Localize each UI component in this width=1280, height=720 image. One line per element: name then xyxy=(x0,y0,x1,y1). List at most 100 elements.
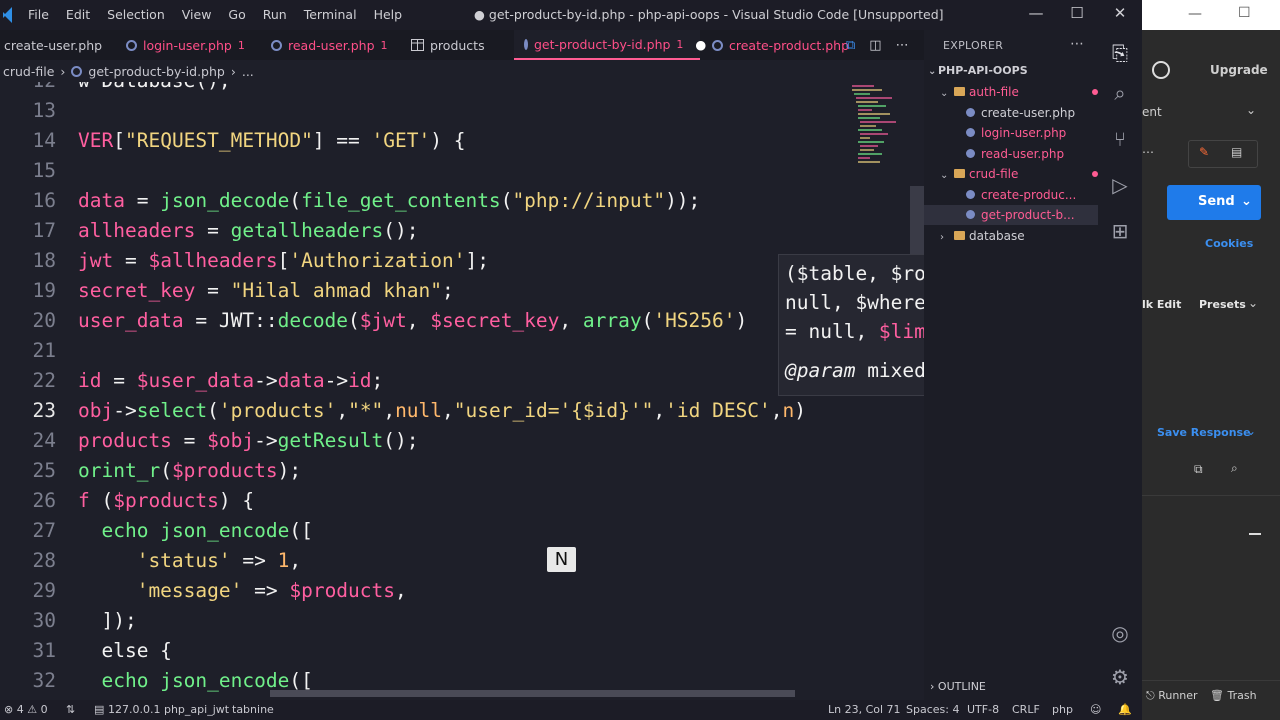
menu-file[interactable]: File xyxy=(28,7,49,22)
code-line[interactable]: 27 echo json_encode([ xyxy=(0,516,924,546)
breadcrumb-file[interactable]: get-product-by-id.php xyxy=(88,64,224,79)
search-icon[interactable]: ⌕ xyxy=(1231,461,1238,476)
menu-terminal[interactable]: Terminal xyxy=(304,7,357,22)
line-code[interactable]: products = $obj->getResult(); xyxy=(78,426,419,456)
line-code[interactable]: allheaders = getallheaders(); xyxy=(78,216,419,246)
line-code[interactable]: data = json_decode(file_get_contents("ph… xyxy=(78,186,700,216)
line-code[interactable]: f ($products) { xyxy=(78,486,254,516)
more-actions-icon[interactable]: ⋯ xyxy=(896,38,909,53)
account-icon[interactable]: ◎ xyxy=(1109,622,1131,644)
file-encoding[interactable]: UTF-8 xyxy=(967,703,999,716)
extensions-icon[interactable]: ⊞ xyxy=(1109,220,1131,242)
code-line[interactable]: 24 products = $obj->getResult(); xyxy=(0,426,924,456)
line-code[interactable]: 'status' => 1, xyxy=(78,546,301,576)
folder-auth-file[interactable]: ⌄ auth-file xyxy=(924,82,1114,102)
line-code[interactable]: jwt = $allheaders['Authorization']; xyxy=(78,246,489,276)
run-debug-icon[interactable]: ▷ xyxy=(1109,174,1131,196)
send-button[interactable]: Send ⌄ xyxy=(1167,185,1261,220)
line-code[interactable]: id = $user_data->data->id; xyxy=(78,366,383,396)
project-root[interactable]: ⌄ PHP-API-OOPS xyxy=(924,61,1102,81)
menu-go[interactable]: Go xyxy=(228,7,245,22)
minimap[interactable] xyxy=(852,82,902,172)
code-line[interactable]: 28 'status' => 1, xyxy=(0,546,924,576)
language-mode[interactable]: php xyxy=(1052,703,1073,716)
unsaved-dot-icon[interactable]: ● xyxy=(695,37,706,52)
code-line[interactable]: 12 w Database(); xyxy=(0,82,924,96)
horizontal-scroll-thumb[interactable] xyxy=(270,690,795,697)
code-line[interactable]: 23 obj->select('products',"*",null,"user_… xyxy=(0,396,924,426)
breadcrumb-folder[interactable]: crud-file xyxy=(3,64,54,79)
line-code[interactable]: else { xyxy=(78,636,171,666)
explorer-icon[interactable]: ⎘ xyxy=(1109,42,1131,64)
menu-edit[interactable]: Edit xyxy=(66,7,90,22)
indentation[interactable]: Spaces: 4 xyxy=(906,703,959,716)
tab-create-product[interactable]: create-product.php xyxy=(712,30,849,60)
breadcrumb-symbol[interactable]: ... xyxy=(242,64,254,79)
code-line[interactable]: 17 allheaders = getallheaders(); xyxy=(0,216,924,246)
edit-view-toggle[interactable]: ✎ ▤ xyxy=(1188,140,1258,168)
menu-selection[interactable]: Selection xyxy=(107,7,165,22)
line-code[interactable]: echo json_encode([ xyxy=(78,516,312,546)
menu-run[interactable]: Run xyxy=(263,7,287,22)
sync-icon[interactable]: ⇅ xyxy=(66,703,75,716)
code-line[interactable]: 13 xyxy=(0,96,924,126)
minimize-button[interactable]: — xyxy=(1188,6,1202,22)
minimize-button[interactable]: — xyxy=(1024,4,1048,26)
open-preview-icon[interactable]: ⧉ xyxy=(846,38,855,53)
db-connection[interactable]: 127.0.0.1 php_api_jwt xyxy=(108,703,229,716)
horizontal-scrollbar[interactable] xyxy=(0,688,924,698)
bulk-edit-link[interactable]: lk Edit xyxy=(1142,298,1181,311)
line-code[interactable]: secret_key = "Hilal ahmad khan"; xyxy=(78,276,454,306)
tab-products[interactable]: products xyxy=(411,30,485,60)
search-icon[interactable]: ⌕ xyxy=(1109,82,1131,104)
sync-status-icon[interactable] xyxy=(1152,61,1170,79)
code-line[interactable]: 30 ]); xyxy=(0,606,924,636)
tabnine-status[interactable]: tabnine xyxy=(232,703,274,716)
code-line[interactable]: 25 orint_r($products); xyxy=(0,456,924,486)
more-icon[interactable]: ⋯ xyxy=(1142,145,1154,159)
line-code[interactable]: obj->select('products',"*",null,"user_id… xyxy=(78,396,806,426)
line-code[interactable]: VER["REQUEST_METHOD"] == 'GET') { xyxy=(78,126,465,156)
save-response-button[interactable]: Save Response xyxy=(1157,426,1251,439)
maximize-button[interactable]: ☐ xyxy=(1065,4,1089,26)
copy-icon[interactable]: ⧉ xyxy=(1194,462,1203,477)
runner-button[interactable]: ⎋ Runner xyxy=(1146,689,1198,703)
code-line[interactable]: 26 f ($products) { xyxy=(0,486,924,516)
code-line[interactable]: 15 xyxy=(0,156,924,186)
tab-read-user[interactable]: read-user.php 1 xyxy=(271,30,388,60)
upgrade-button[interactable]: Upgrade xyxy=(1210,63,1268,77)
code-line[interactable]: 29 'message' => $products, xyxy=(0,576,924,606)
folder-crud-file[interactable]: ⌄ crud-file xyxy=(924,164,1114,184)
menu-view[interactable]: View xyxy=(182,7,212,22)
code-line[interactable]: 31 else { xyxy=(0,636,924,666)
line-code[interactable]: orint_r($products); xyxy=(78,456,301,486)
line-code[interactable]: 'message' => $products, xyxy=(78,576,407,606)
trash-button[interactable]: 🗑 Trash xyxy=(1210,689,1257,702)
tab-get-product-by-id[interactable]: get-product-by-id.php 1 ● xyxy=(514,30,706,60)
split-editor-icon[interactable]: ◫ xyxy=(869,38,881,53)
more-actions-icon[interactable]: ⋯ xyxy=(1070,36,1084,52)
menu-help[interactable]: Help xyxy=(374,7,403,22)
code-line[interactable]: 16 data = json_decode(file_get_contents("… xyxy=(0,186,924,216)
vertical-scrollbar[interactable] xyxy=(910,186,924,256)
cursor-position[interactable]: Ln 23, Col 71 xyxy=(828,703,901,716)
notifications-icon[interactable]: 🔔 xyxy=(1118,703,1132,716)
problems-count[interactable]: ⊗ 4 ⚠ 0 xyxy=(4,703,48,716)
presets-dropdown[interactable]: Presets xyxy=(1199,298,1246,311)
folder-database[interactable]: › database xyxy=(924,226,1114,246)
line-code[interactable]: user_data = JWT::decode($jwt, $secret_ke… xyxy=(78,306,747,336)
environment-label[interactable]: ent xyxy=(1142,105,1162,119)
outline-section[interactable]: › OUTLINE xyxy=(930,680,986,693)
maximize-button[interactable]: ☐ xyxy=(1238,5,1251,21)
cookies-link[interactable]: Cookies xyxy=(1205,237,1253,250)
feedback-icon[interactable]: ☺ xyxy=(1090,703,1101,716)
line-code[interactable]: ]); xyxy=(78,606,136,636)
tab-login-user[interactable]: login-user.php 1 xyxy=(126,30,245,60)
code-line[interactable]: 14 VER["REQUEST_METHOD"] == 'GET') { xyxy=(0,126,924,156)
close-button[interactable]: ✕ xyxy=(1108,4,1132,26)
tab-create-user[interactable]: create-user.php xyxy=(4,30,102,60)
resize-handle[interactable] xyxy=(1249,533,1261,535)
line-code[interactable]: w Database(); xyxy=(78,82,231,96)
source-control-icon[interactable]: ⑂ xyxy=(1109,128,1131,150)
end-of-line[interactable]: CRLF xyxy=(1012,703,1040,716)
